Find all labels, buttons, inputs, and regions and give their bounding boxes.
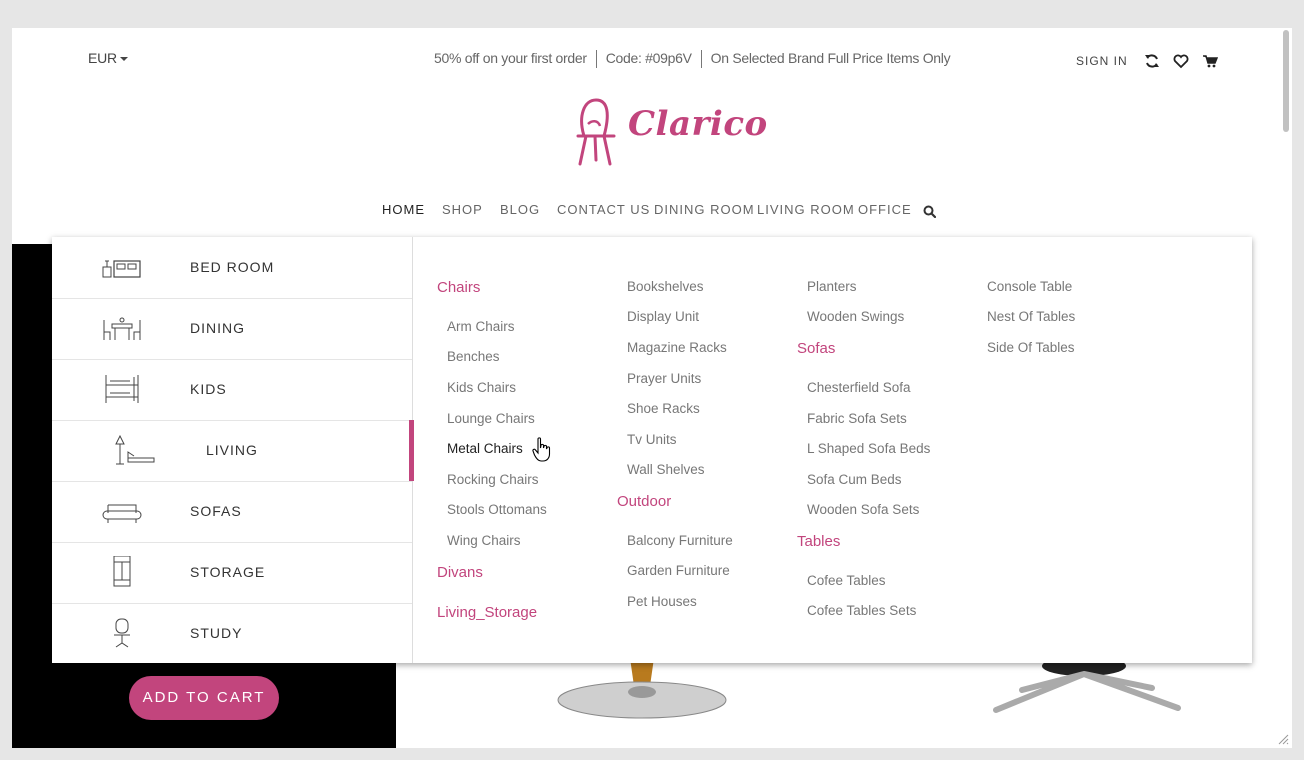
menu-item[interactable]: Side Of Tables bbox=[987, 340, 1075, 355]
nav-shop[interactable]: SHOP bbox=[442, 202, 483, 217]
category-label: STORAGE bbox=[190, 564, 266, 580]
add-to-cart-button[interactable]: ADD TO CART bbox=[129, 676, 279, 720]
bed-icon bbox=[102, 260, 141, 278]
wishlist-heart-icon[interactable] bbox=[1173, 53, 1189, 69]
category-label: KIDS bbox=[190, 381, 227, 397]
category-sidebar: BED ROOM DINING KIDS LIVING SOFAS STORAG… bbox=[52, 237, 414, 664]
browser-page: ADD TO CART EUR 50% off on your first or… bbox=[12, 28, 1292, 748]
divider bbox=[595, 50, 597, 69]
menu-item[interactable]: Wooden Swings bbox=[807, 309, 904, 324]
menu-item[interactable]: Arm Chairs bbox=[447, 319, 515, 334]
category-bed-room[interactable]: BED ROOM bbox=[52, 237, 412, 299]
nav-dining-room[interactable]: DINING ROOM bbox=[654, 202, 755, 217]
lamp-chaise-icon bbox=[115, 434, 155, 465]
category-dining[interactable]: DINING bbox=[52, 298, 412, 360]
menu-item[interactable]: Rocking Chairs bbox=[447, 472, 539, 487]
vertical-scrollbar[interactable] bbox=[1283, 30, 1289, 132]
menu-item[interactable]: Magazine Racks bbox=[627, 340, 727, 355]
menu-item[interactable]: Bookshelves bbox=[627, 279, 704, 294]
menu-item[interactable]: Cofee Tables Sets bbox=[807, 603, 916, 618]
nav-blog[interactable]: BLOG bbox=[500, 202, 540, 217]
menu-item[interactable]: Shoe Racks bbox=[627, 401, 700, 416]
menu-item[interactable]: Cofee Tables bbox=[807, 573, 886, 588]
sign-in-link[interactable]: SIGN IN bbox=[1076, 54, 1128, 68]
menu-item[interactable]: Wing Chairs bbox=[447, 533, 521, 548]
menu-heading-sofas[interactable]: Sofas bbox=[797, 340, 835, 357]
category-sofas[interactable]: SOFAS bbox=[52, 481, 412, 543]
menu-heading-tables[interactable]: Tables bbox=[797, 533, 840, 550]
promo-code: Code: #09p6V bbox=[605, 50, 692, 66]
caret-down-icon bbox=[119, 57, 128, 62]
menu-item[interactable]: Benches bbox=[447, 349, 500, 364]
category-label: LIVING bbox=[206, 442, 258, 458]
menu-item[interactable]: Console Table bbox=[987, 279, 1072, 294]
category-label: DINING bbox=[190, 320, 245, 336]
office-chair-base-image bbox=[993, 660, 1181, 713]
search-icon[interactable] bbox=[923, 205, 936, 218]
bunk-bed-icon bbox=[105, 375, 139, 403]
menu-item[interactable]: Kids Chairs bbox=[447, 380, 516, 395]
menu-item[interactable]: Balcony Furniture bbox=[627, 533, 733, 548]
menu-item[interactable]: Prayer Units bbox=[627, 371, 701, 386]
hand-pointer-cursor-icon bbox=[532, 437, 551, 462]
category-kids[interactable]: KIDS bbox=[52, 359, 412, 421]
nav-home[interactable]: HOME bbox=[382, 202, 425, 217]
office-chair-icon bbox=[114, 618, 130, 648]
divider bbox=[700, 50, 702, 69]
menu-item[interactable]: Planters bbox=[807, 279, 857, 294]
active-indicator bbox=[409, 420, 414, 481]
menu-heading-chairs[interactable]: Chairs bbox=[437, 279, 480, 296]
category-living[interactable]: LIVING bbox=[52, 420, 414, 482]
category-label: STUDY bbox=[190, 625, 243, 641]
menu-item-hovered[interactable]: Metal Chairs bbox=[447, 441, 523, 456]
wardrobe-icon bbox=[113, 556, 131, 587]
menu-item[interactable]: Tv Units bbox=[627, 432, 677, 447]
menu-item[interactable]: Sofa Cum Beds bbox=[807, 472, 902, 487]
dining-table-icon bbox=[103, 317, 141, 340]
cart-icon[interactable] bbox=[1202, 53, 1218, 69]
category-storage[interactable]: STORAGE bbox=[52, 542, 412, 604]
nav-contact-us[interactable]: CONTACT US bbox=[557, 202, 650, 217]
logo-chair-icon bbox=[576, 98, 616, 166]
menu-item[interactable]: Nest Of Tables bbox=[987, 309, 1075, 324]
promo-text-3: On Selected Brand Full Price Items Only bbox=[710, 50, 951, 66]
nav-living-room[interactable]: LIVING ROOM bbox=[757, 202, 855, 217]
currency-label: EUR bbox=[88, 50, 117, 66]
chair-base-image bbox=[557, 658, 727, 719]
resize-grip-icon[interactable] bbox=[1277, 733, 1289, 745]
category-label: BED ROOM bbox=[190, 259, 275, 275]
menu-heading-outdoor[interactable]: Outdoor bbox=[617, 493, 671, 510]
menu-item[interactable]: Chesterfield Sofa bbox=[807, 380, 911, 395]
menu-heading-divans[interactable]: Divans bbox=[437, 564, 483, 581]
menu-item[interactable]: Display Unit bbox=[627, 309, 699, 324]
category-study[interactable]: STUDY bbox=[52, 603, 412, 664]
nav-office[interactable]: OFFICE bbox=[858, 202, 912, 217]
menu-item[interactable]: Pet Houses bbox=[627, 594, 697, 609]
menu-item[interactable]: Garden Furniture bbox=[627, 563, 730, 578]
logo-text[interactable]: Clarico bbox=[628, 104, 768, 144]
menu-item[interactable]: L Shaped Sofa Beds bbox=[807, 441, 930, 456]
menu-item[interactable]: Fabric Sofa Sets bbox=[807, 411, 907, 426]
menu-item[interactable]: Stools Ottomans bbox=[447, 502, 547, 517]
menu-item[interactable]: Lounge Chairs bbox=[447, 411, 535, 426]
category-label: SOFAS bbox=[190, 503, 242, 519]
menu-item[interactable]: Wooden Sofa Sets bbox=[807, 502, 919, 517]
promo-text-1: 50% off on your first order bbox=[434, 50, 587, 66]
promo-banner: 50% off on your first order Code: #09p6V O… bbox=[434, 50, 951, 69]
currency-selector[interactable]: EUR bbox=[88, 50, 128, 66]
sofa-icon bbox=[102, 504, 142, 523]
menu-heading-living-storage[interactable]: Living_Storage bbox=[437, 604, 537, 621]
refresh-icon[interactable] bbox=[1144, 53, 1160, 69]
menu-item[interactable]: Wall Shelves bbox=[627, 462, 705, 477]
mega-menu: BED ROOM DINING KIDS LIVING SOFAS STORAG… bbox=[52, 237, 1252, 663]
